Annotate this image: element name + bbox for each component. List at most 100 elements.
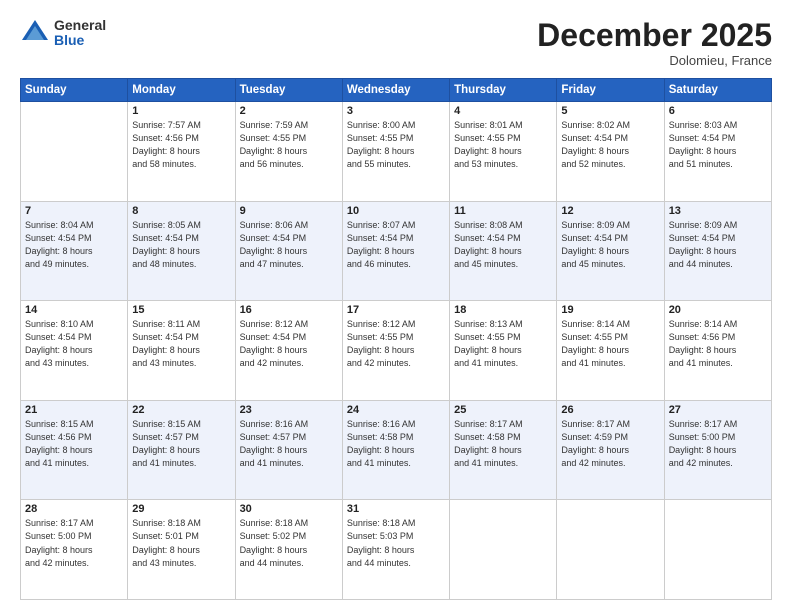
day-number: 24: [347, 404, 445, 416]
day-info: Sunrise: 8:18 AMSunset: 5:03 PMDaylight:…: [347, 517, 445, 569]
logo: General Blue: [20, 18, 106, 49]
day-number: 13: [669, 205, 767, 217]
day-number: 30: [240, 503, 338, 515]
table-row: 28 Sunrise: 8:17 AMSunset: 5:00 PMDayligh…: [21, 500, 128, 600]
day-number: 25: [454, 404, 552, 416]
week-row-3: 21 Sunrise: 8:15 AMSunset: 4:56 PMDayligh…: [21, 400, 772, 500]
table-row: 8 Sunrise: 8:05 AMSunset: 4:54 PMDaylight…: [128, 201, 235, 301]
day-info: Sunrise: 8:17 AMSunset: 5:00 PMDaylight:…: [669, 418, 767, 470]
day-info: Sunrise: 8:16 AMSunset: 4:58 PMDaylight:…: [347, 418, 445, 470]
day-info: Sunrise: 8:02 AMSunset: 4:54 PMDaylight:…: [561, 119, 659, 171]
table-row: 9Sunrise: 8:06 AMSunset: 4:54 PMDaylight…: [235, 201, 342, 301]
day-info: Sunrise: 8:04 AMSunset: 4:54 PMDaylight:…: [25, 219, 123, 271]
day-info: Sunrise: 8:16 AMSunset: 4:57 PMDaylight:…: [240, 418, 338, 470]
day-info: Sunrise: 8:08 AMSunset: 4:54 PMDaylight:…: [454, 219, 552, 271]
day-number: 19: [561, 304, 659, 316]
day-info: Sunrise: 7:57 AMSunset: 4:56 PMDaylight:…: [132, 119, 230, 171]
day-info: Sunrise: 8:10 AMSunset: 4:54 PMDaylight:…: [25, 318, 123, 370]
day-number: 7: [25, 205, 123, 217]
day-number: 2: [240, 105, 338, 117]
day-number: 21: [25, 404, 123, 416]
col-monday: Monday: [128, 79, 235, 102]
col-sunday: Sunday: [21, 79, 128, 102]
table-row: 17Sunrise: 8:12 AMSunset: 4:55 PMDayligh…: [342, 301, 449, 401]
day-info: Sunrise: 8:18 AMSunset: 5:01 PMDaylight:…: [132, 517, 230, 569]
day-info: Sunrise: 8:12 AMSunset: 4:55 PMDaylight:…: [347, 318, 445, 370]
table-row: 21 Sunrise: 8:15 AMSunset: 4:56 PMDayligh…: [21, 400, 128, 500]
table-row: 5 Sunrise: 8:02 AMSunset: 4:54 PMDaylight…: [557, 102, 664, 202]
day-number: 11: [454, 205, 552, 217]
col-wednesday: Wednesday: [342, 79, 449, 102]
weekday-header-row: Sunday Monday Tuesday Wednesday Thursday…: [21, 79, 772, 102]
day-info: Sunrise: 8:17 AMSunset: 4:58 PMDaylight:…: [454, 418, 552, 470]
table-row: [557, 500, 664, 600]
day-number: 8: [132, 205, 230, 217]
logo-general-label: General: [54, 18, 106, 33]
day-number: 15: [132, 304, 230, 316]
day-info: Sunrise: 8:13 AMSunset: 4:55 PMDaylight:…: [454, 318, 552, 370]
table-row: 3 Sunrise: 8:00 AMSunset: 4:55 PMDaylight…: [342, 102, 449, 202]
day-number: 3: [347, 105, 445, 117]
table-row: 6 Sunrise: 8:03 AMSunset: 4:54 PMDaylight…: [664, 102, 771, 202]
day-number: 16: [240, 304, 338, 316]
day-number: 28: [25, 503, 123, 515]
day-info: Sunrise: 8:15 AMSunset: 4:56 PMDaylight:…: [25, 418, 123, 470]
logo-text: General Blue: [54, 18, 106, 49]
day-number: 29: [132, 503, 230, 515]
week-row-2: 14 Sunrise: 8:10 AMSunset: 4:54 PMDayligh…: [21, 301, 772, 401]
day-number: 14: [25, 304, 123, 316]
table-row: 12Sunrise: 8:09 AMSunset: 4:54 PMDayligh…: [557, 201, 664, 301]
page: General Blue December 2025 Dolomieu, Fra…: [0, 0, 792, 612]
day-number: 26: [561, 404, 659, 416]
day-info: Sunrise: 8:01 AMSunset: 4:55 PMDaylight:…: [454, 119, 552, 171]
table-row: 27 Sunrise: 8:17 AMSunset: 5:00 PMDayligh…: [664, 400, 771, 500]
col-friday: Friday: [557, 79, 664, 102]
location-subtitle: Dolomieu, France: [537, 53, 772, 68]
table-row: 25 Sunrise: 8:17 AMSunset: 4:58 PMDayligh…: [450, 400, 557, 500]
table-row: 23 Sunrise: 8:16 AMSunset: 4:57 PMDayligh…: [235, 400, 342, 500]
day-info: Sunrise: 8:05 AMSunset: 4:54 PMDaylight:…: [132, 219, 230, 271]
table-row: 14 Sunrise: 8:10 AMSunset: 4:54 PMDayligh…: [21, 301, 128, 401]
day-number: 23: [240, 404, 338, 416]
day-info: Sunrise: 8:09 AMSunset: 4:54 PMDaylight:…: [561, 219, 659, 271]
day-info: Sunrise: 8:11 AMSunset: 4:54 PMDaylight:…: [132, 318, 230, 370]
day-number: 27: [669, 404, 767, 416]
day-info: Sunrise: 8:03 AMSunset: 4:54 PMDaylight:…: [669, 119, 767, 171]
logo-blue-label: Blue: [54, 33, 106, 48]
day-info: Sunrise: 8:07 AMSunset: 4:54 PMDaylight:…: [347, 219, 445, 271]
table-row: 18 Sunrise: 8:13 AMSunset: 4:55 PMDayligh…: [450, 301, 557, 401]
day-info: Sunrise: 8:14 AMSunset: 4:56 PMDaylight:…: [669, 318, 767, 370]
day-number: 5: [561, 105, 659, 117]
table-row: 20Sunrise: 8:14 AMSunset: 4:56 PMDayligh…: [664, 301, 771, 401]
col-thursday: Thursday: [450, 79, 557, 102]
day-info: Sunrise: 8:15 AMSunset: 4:57 PMDaylight:…: [132, 418, 230, 470]
table-row: 1Sunrise: 7:57 AMSunset: 4:56 PMDaylight…: [128, 102, 235, 202]
table-row: 22 Sunrise: 8:15 AMSunset: 4:57 PMDayligh…: [128, 400, 235, 500]
day-number: 18: [454, 304, 552, 316]
table-row: 24 Sunrise: 8:16 AMSunset: 4:58 PMDayligh…: [342, 400, 449, 500]
day-info: Sunrise: 8:14 AMSunset: 4:55 PMDaylight:…: [561, 318, 659, 370]
table-row: 10 Sunrise: 8:07 AMSunset: 4:54 PMDayligh…: [342, 201, 449, 301]
day-number: 9: [240, 205, 338, 217]
table-row: 26Sunrise: 8:17 AMSunset: 4:59 PMDayligh…: [557, 400, 664, 500]
day-number: 6: [669, 105, 767, 117]
table-row: 16 Sunrise: 8:12 AMSunset: 4:54 PMDayligh…: [235, 301, 342, 401]
day-number: 22: [132, 404, 230, 416]
col-tuesday: Tuesday: [235, 79, 342, 102]
table-row: [664, 500, 771, 600]
day-number: 10: [347, 205, 445, 217]
table-row: [21, 102, 128, 202]
table-row: 13 Sunrise: 8:09 AMSunset: 4:54 PMDayligh…: [664, 201, 771, 301]
day-info: Sunrise: 8:17 AMSunset: 5:00 PMDaylight:…: [25, 517, 123, 569]
title-block: December 2025 Dolomieu, France: [537, 18, 772, 68]
table-row: [450, 500, 557, 600]
day-number: 31: [347, 503, 445, 515]
table-row: 31 Sunrise: 8:18 AMSunset: 5:03 PMDayligh…: [342, 500, 449, 600]
table-row: 19 Sunrise: 8:14 AMSunset: 4:55 PMDayligh…: [557, 301, 664, 401]
month-title: December 2025: [537, 18, 772, 53]
day-info: Sunrise: 8:00 AMSunset: 4:55 PMDaylight:…: [347, 119, 445, 171]
table-row: 11 Sunrise: 8:08 AMSunset: 4:54 PMDayligh…: [450, 201, 557, 301]
col-saturday: Saturday: [664, 79, 771, 102]
day-info: Sunrise: 8:09 AMSunset: 4:54 PMDaylight:…: [669, 219, 767, 271]
day-info: Sunrise: 8:12 AMSunset: 4:54 PMDaylight:…: [240, 318, 338, 370]
